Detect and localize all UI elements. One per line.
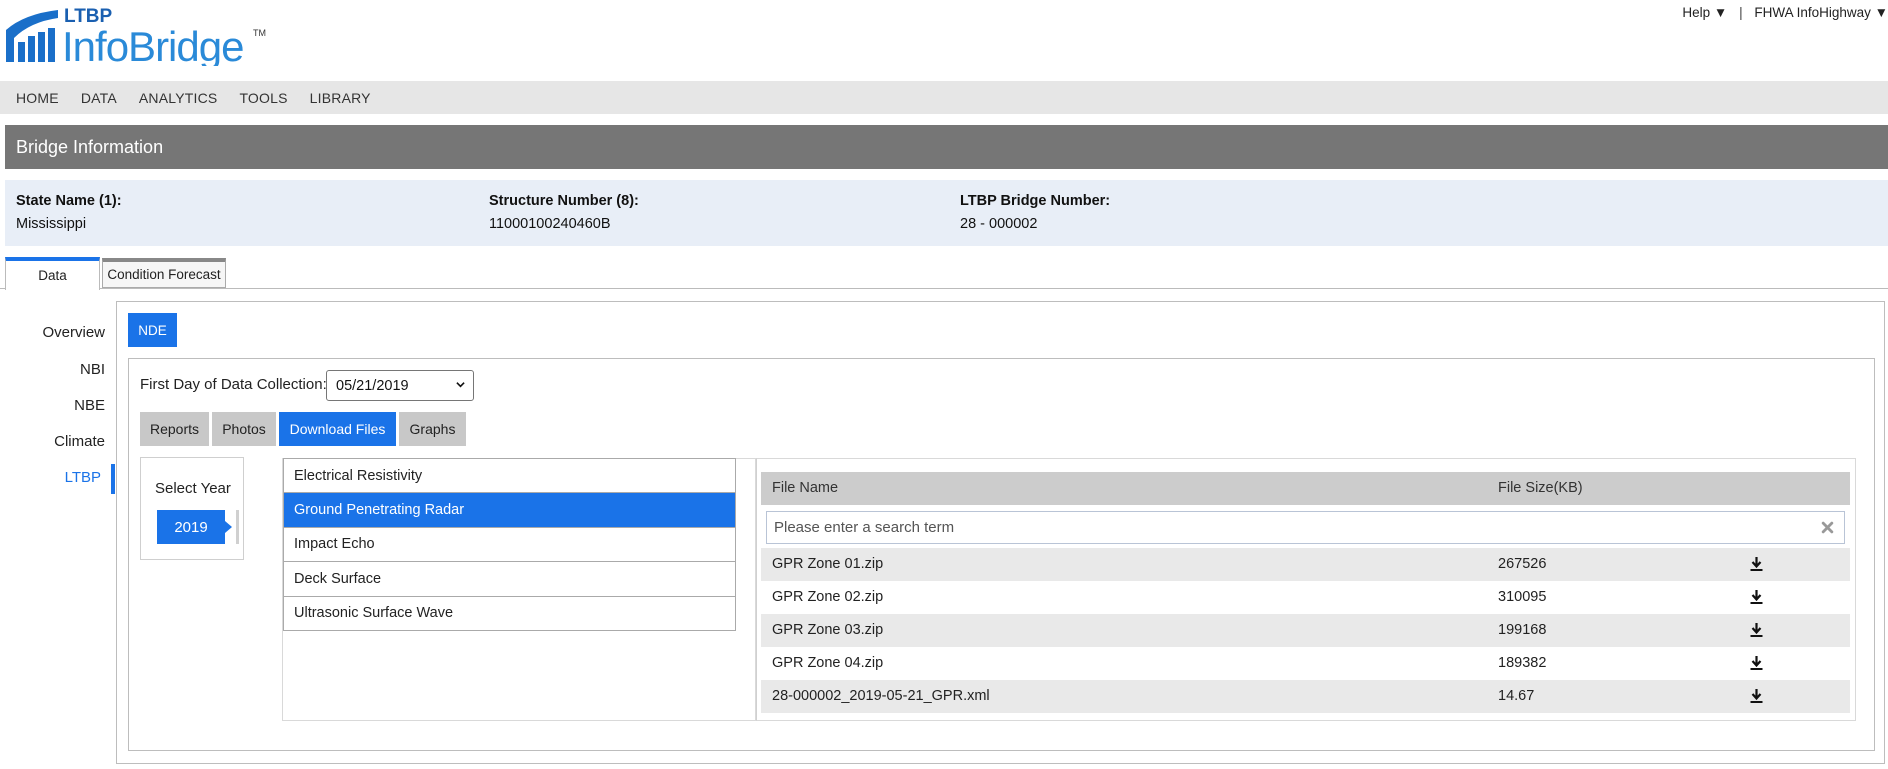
file-name: GPR Zone 03.zip xyxy=(772,622,884,638)
file-search-input[interactable] xyxy=(767,512,1807,543)
top-links-separator: | xyxy=(1739,5,1743,20)
state-value: Mississippi xyxy=(16,216,87,232)
table-row: GPR Zone 01.zip 267526 xyxy=(761,548,1850,581)
sidebar-item-overview[interactable]: Overview xyxy=(42,324,105,341)
main-navbar: HOME DATA ANALYTICS TOOLS LIBRARY xyxy=(0,81,1888,114)
chevron-down-icon xyxy=(456,382,465,388)
method-impact-echo[interactable]: Impact Echo xyxy=(284,527,735,563)
file-name: GPR Zone 02.zip xyxy=(772,589,884,605)
nav-tools[interactable]: TOOLS xyxy=(239,90,287,106)
top-links: Help ▼ | FHWA InfoHighway ▼ xyxy=(1682,5,1888,20)
nde-method-list: Electrical Resistivity Ground Penetratin… xyxy=(283,458,736,631)
files-table-header: File Name File Size(KB) xyxy=(761,472,1850,505)
column-file-size[interactable]: File Size(KB) xyxy=(1498,480,1583,496)
nav-analytics[interactable]: ANALYTICS xyxy=(139,90,218,106)
ltbp-value: 28 - 000002 xyxy=(960,216,1038,232)
file-size: 267526 xyxy=(1498,556,1547,572)
method-ground-penetrating-radar[interactable]: Ground Penetrating Radar xyxy=(284,493,735,528)
state-label: State Name (1): xyxy=(16,193,122,209)
tab-data[interactable]: Data xyxy=(5,257,100,290)
nav-data[interactable]: DATA xyxy=(81,90,117,106)
method-deck-surface[interactable]: Deck Surface xyxy=(284,562,735,597)
year-scrollbar[interactable] xyxy=(236,510,239,544)
method-ultrasonic-surface-wave[interactable]: Ultrasonic Surface Wave xyxy=(284,596,735,631)
help-menu[interactable]: Help ▼ xyxy=(1682,5,1727,20)
structure-label: Structure Number (8): xyxy=(489,193,639,209)
method-electrical-resistivity[interactable]: Electrical Resistivity xyxy=(284,459,735,494)
file-search-box xyxy=(766,511,1845,544)
subtab-graphs[interactable]: Graphs xyxy=(399,412,466,446)
table-row: GPR Zone 03.zip 199168 xyxy=(761,614,1850,647)
table-row: GPR Zone 02.zip 310095 xyxy=(761,581,1850,614)
download-icon[interactable] xyxy=(1749,589,1764,605)
download-icon[interactable] xyxy=(1749,622,1764,638)
file-size: 189382 xyxy=(1498,655,1547,671)
sidebar-item-nbi[interactable]: NBI xyxy=(80,361,105,378)
download-icon[interactable] xyxy=(1749,556,1764,572)
sidebar-item-ltbp[interactable]: LTBP xyxy=(65,469,101,486)
sidebar-active-indicator xyxy=(111,464,115,494)
fhwa-infohighway-menu[interactable]: FHWA InfoHighway ▼ xyxy=(1754,5,1888,20)
file-name: GPR Zone 04.zip xyxy=(772,655,884,671)
page-title: Bridge Information xyxy=(5,125,1888,169)
download-icon[interactable] xyxy=(1749,655,1764,671)
file-size: 310095 xyxy=(1498,589,1547,605)
date-filter-label: First Day of Data Collection: xyxy=(140,376,327,393)
logo-tm-text: TM xyxy=(253,28,266,38)
state-info: State Name (1): Mississippi xyxy=(16,193,122,232)
bridge-info-bar: State Name (1): Mississippi Structure Nu… xyxy=(5,180,1888,246)
subtab-download-files[interactable]: Download Files xyxy=(279,412,396,446)
file-name: GPR Zone 01.zip xyxy=(772,556,884,572)
nav-library[interactable]: LIBRARY xyxy=(310,90,371,106)
sidebar-item-nbe[interactable]: NBE xyxy=(74,397,105,414)
year-selector-title: Select Year xyxy=(155,480,231,497)
subtab-photos[interactable]: Photos xyxy=(212,412,276,446)
infobridge-logo[interactable]: LTBP InfoBridge TM xyxy=(4,4,274,66)
subtab-reports[interactable]: Reports xyxy=(140,412,209,446)
collection-date-value: 05/21/2019 xyxy=(336,377,409,394)
nav-home[interactable]: HOME xyxy=(16,90,59,106)
collection-date-select[interactable]: 05/21/2019 xyxy=(326,370,474,401)
logo-infobridge-text: InfoBridge xyxy=(62,23,243,66)
year-2019-button[interactable]: 2019 xyxy=(157,510,232,544)
sidebar-item-climate[interactable]: Climate xyxy=(54,433,105,450)
file-size: 14.67 xyxy=(1498,688,1535,704)
structure-info: Structure Number (8): 11000100240460B xyxy=(489,193,639,232)
ltbp-label: LTBP Bridge Number: xyxy=(960,193,1111,209)
structure-value: 11000100240460B xyxy=(489,216,611,232)
column-file-name[interactable]: File Name xyxy=(772,480,838,496)
nde-button[interactable]: NDE xyxy=(128,313,177,347)
file-name: 28-000002_2019-05-21_GPR.xml xyxy=(772,688,990,704)
year-selector xyxy=(140,457,244,560)
table-row: 28-000002_2019-05-21_GPR.xml 14.67 xyxy=(761,680,1850,713)
table-row: GPR Zone 04.zip 189382 xyxy=(761,647,1850,680)
file-size: 199168 xyxy=(1498,622,1547,638)
ltbp-info: LTBP Bridge Number: 28 - 000002 xyxy=(960,193,1110,232)
download-icon[interactable] xyxy=(1749,688,1764,704)
tab-condition-forecast[interactable]: Condition Forecast xyxy=(102,258,226,288)
tabs-divider xyxy=(0,288,1888,289)
clear-x-icon[interactable] xyxy=(1821,521,1834,534)
